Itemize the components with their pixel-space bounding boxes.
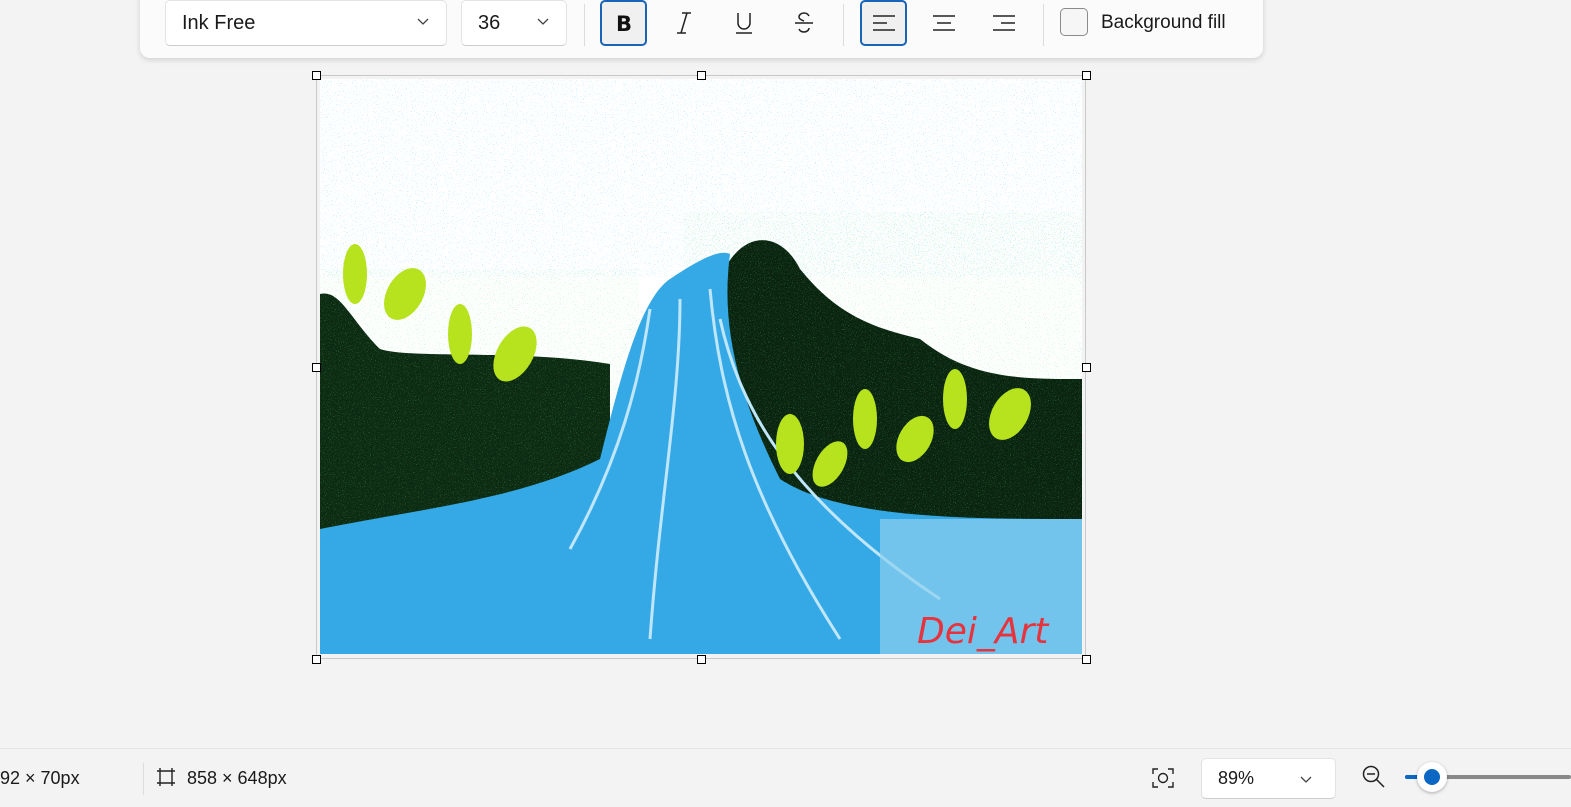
zoom-slider-thumb[interactable]: [1417, 762, 1447, 792]
resize-handle[interactable]: [312, 71, 321, 80]
canvas-size: 858 × 648px: [187, 768, 287, 788]
divider: [1043, 4, 1044, 46]
align-right-icon: [992, 15, 1015, 31]
align-left-button[interactable]: [860, 0, 907, 46]
drawing-canvas[interactable]: Dei_Art: [320, 79, 1082, 654]
painting-image: [320, 79, 1082, 654]
strikethrough-icon: [794, 12, 813, 33]
chevron-down-icon: [537, 18, 549, 25]
zoom-value: 89%: [1218, 768, 1255, 788]
signature-text: Dei_Art: [917, 611, 1049, 652]
resize-handle[interactable]: [697, 655, 706, 664]
resize-handle[interactable]: [312, 655, 321, 664]
fit-to-window-icon[interactable]: [1152, 768, 1174, 788]
chevron-down-icon: [417, 18, 429, 25]
zoom-out-icon[interactable]: [1362, 765, 1386, 789]
font-family-dropdown[interactable]: Ink Free: [165, 0, 447, 46]
resize-handle[interactable]: [312, 363, 321, 372]
align-center-icon: [932, 15, 955, 31]
selection-size: 92 × 70px: [0, 768, 80, 788]
italic-button[interactable]: [660, 0, 707, 46]
text-toolbar: Ink Free 36 B Background fill: [140, 0, 1263, 58]
resize-handle[interactable]: [1082, 655, 1091, 664]
font-size-dropdown[interactable]: 36: [461, 0, 567, 46]
font-family-value: Ink Free: [182, 11, 256, 34]
chevron-down-icon: [1300, 776, 1312, 783]
italic-icon: [676, 12, 691, 34]
underline-icon: [735, 13, 752, 34]
align-right-button[interactable]: [980, 0, 1027, 46]
background-fill-label[interactable]: Background fill: [1101, 12, 1226, 34]
zoom-dropdown[interactable]: 89%: [1201, 758, 1336, 799]
resize-handle[interactable]: [1082, 71, 1091, 80]
background-fill-checkbox[interactable]: [1060, 8, 1088, 36]
divider: [843, 4, 844, 46]
align-left-icon: [872, 15, 895, 31]
resize-handle[interactable]: [1082, 363, 1091, 372]
zoom-slider[interactable]: [1405, 762, 1571, 792]
underline-button[interactable]: [720, 0, 767, 46]
bold-button[interactable]: B: [600, 0, 647, 46]
resize-handle[interactable]: [697, 71, 706, 80]
divider: [143, 763, 144, 795]
divider: [584, 4, 585, 46]
align-center-button[interactable]: [920, 0, 967, 46]
status-bar: 92 × 70px 858 × 648px 89%: [0, 748, 1571, 807]
bold-icon: B: [616, 12, 632, 34]
canvas-size-icon: [157, 768, 175, 786]
font-size-value: 36: [478, 11, 501, 34]
svg-text:B: B: [616, 12, 632, 34]
strikethrough-button[interactable]: [780, 0, 827, 46]
